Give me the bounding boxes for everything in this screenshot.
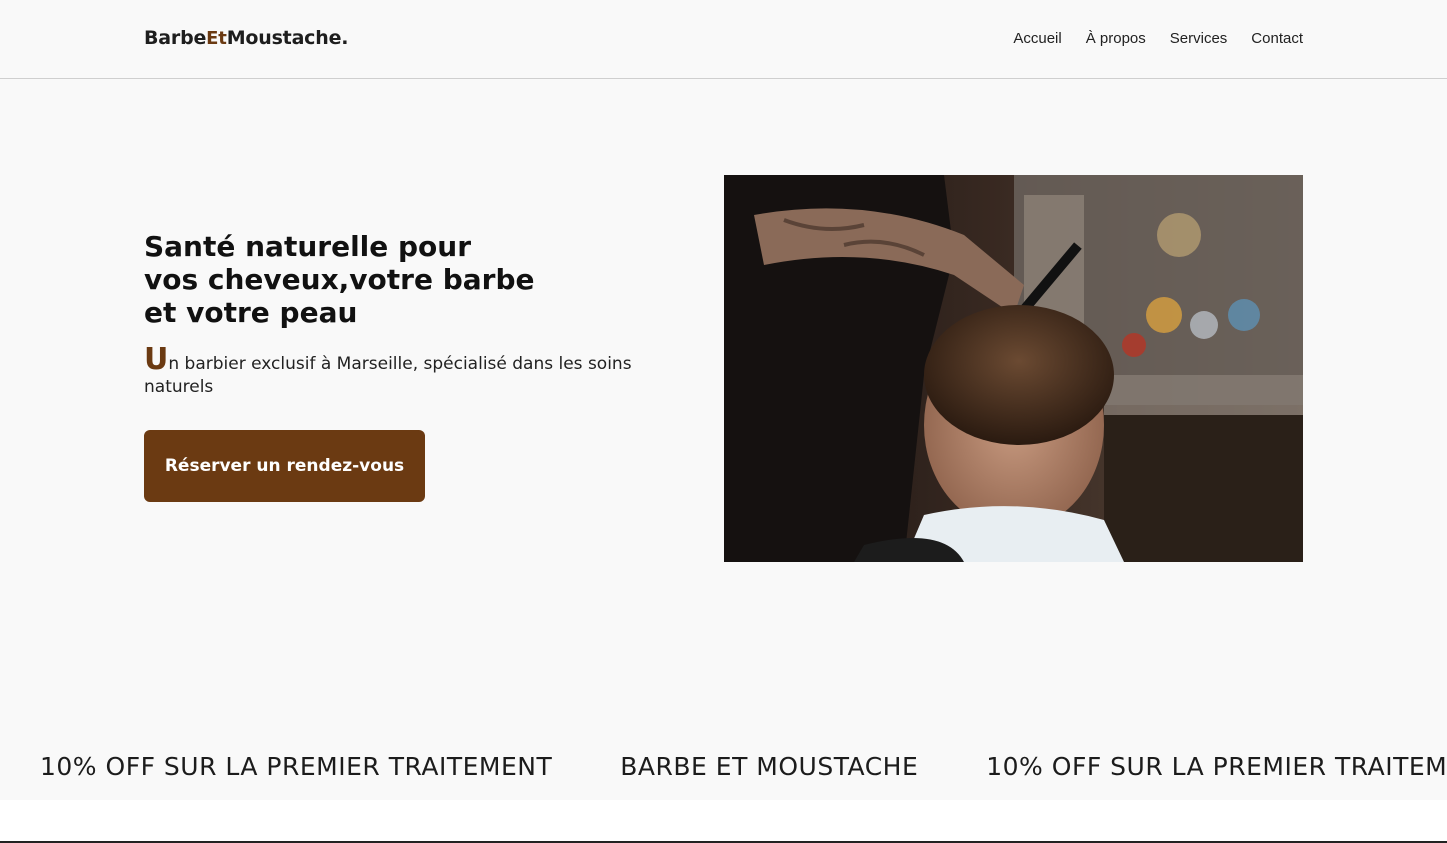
marquee-item-brand: BARBE ET MOUSTACHE [620, 752, 919, 781]
site-header: BarbeEtMoustache. Accueil À propos Servi… [0, 0, 1447, 79]
hero-photo [724, 175, 1303, 562]
hero-subtitle: Un barbier exclusif à Marseille, spécial… [144, 345, 684, 399]
nav-item-services[interactable]: Services [1170, 30, 1228, 47]
book-appointment-button[interactable]: Réserver un rendez-vous [144, 430, 425, 502]
logo-part-1: Barbe [144, 27, 207, 49]
marquee-item-promo-repeat: 10% OFF SUR LA PREMIER TRAITEMENT [986, 752, 1447, 781]
barber-photo-illustration [724, 175, 1303, 562]
logo[interactable]: BarbeEtMoustache. [144, 27, 348, 49]
promo-marquee: 10% OFF SUR LA PREMIER TRAITEMENT BARBE … [0, 738, 1447, 800]
hero-title-line-2: vos cheveux,votre barbe [144, 263, 535, 296]
nav-item-contact[interactable]: Contact [1251, 30, 1303, 47]
hero-subtitle-dropcap: U [144, 342, 169, 377]
hero-title: Santé naturelle pour vos cheveux,votre b… [144, 230, 564, 329]
logo-accent: Et [206, 28, 227, 49]
nav-item-a-propos[interactable]: À propos [1086, 30, 1146, 47]
hero-subtitle-text: n barbier exclusif à Marseille, spéciali… [144, 354, 632, 397]
hero-title-line-1: Santé naturelle pour [144, 230, 472, 263]
logo-part-2: Moustache. [226, 27, 349, 49]
page: BarbeEtMoustache. Accueil À propos Servi… [0, 0, 1447, 843]
nav-item-accueil[interactable]: Accueil [1013, 30, 1061, 47]
main-nav: Accueil À propos Services Contact [1013, 30, 1303, 47]
hero-title-line-3: et votre peau [144, 296, 358, 329]
marquee-track: 10% OFF SUR LA PREMIER TRAITEMENT BARBE … [40, 752, 1447, 781]
footer-band [0, 800, 1447, 843]
marquee-item-promo: 10% OFF SUR LA PREMIER TRAITEMENT [40, 752, 553, 781]
